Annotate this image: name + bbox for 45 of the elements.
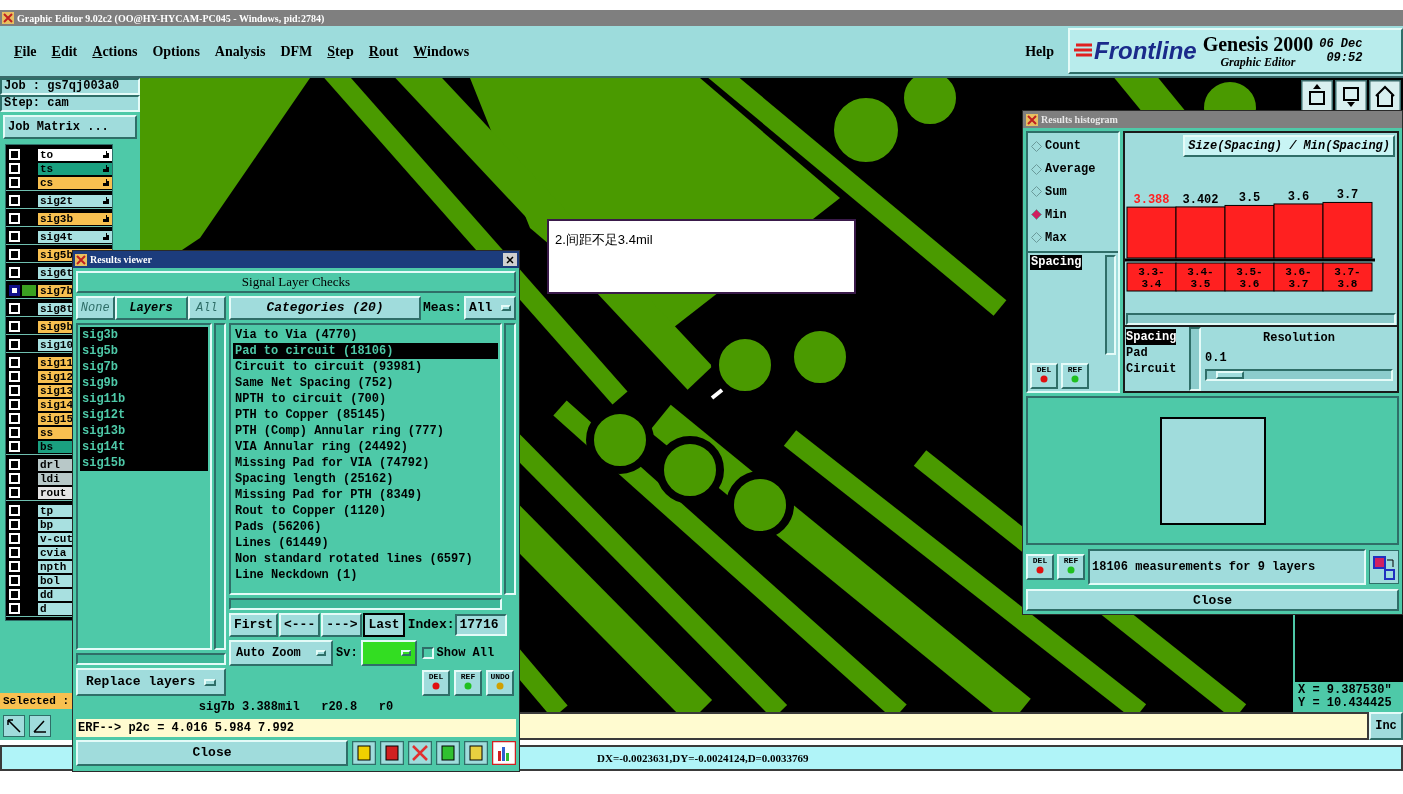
status-text: DX=-0.0023631,DY=-0.0024124,D=0.0033769 bbox=[597, 750, 809, 766]
command-output: ERF--> p2c = 4.016 5.984 7.992 bbox=[76, 719, 516, 737]
radio-label: Sum bbox=[1045, 184, 1067, 201]
radio-label: Max bbox=[1045, 229, 1067, 247]
radio-label: Average bbox=[1045, 161, 1096, 179]
bin-label: 3.6-3.7 bbox=[1273, 262, 1324, 292]
index-label: Index: bbox=[407, 616, 455, 635]
panel-heading: Signal Layer Checks bbox=[76, 271, 516, 293]
x-tick-label: 3.3-3.4 bbox=[1138, 266, 1165, 290]
sv-label: Sv: bbox=[336, 645, 358, 663]
x-tick-label: 3.4-3.5 bbox=[1187, 266, 1214, 290]
resolution-title: Resolution bbox=[1262, 330, 1336, 347]
x-tick-label: 3.6-3.7 bbox=[1285, 266, 1312, 290]
bin-label: 3.4-3.5 bbox=[1175, 262, 1226, 292]
bar-value-label: 3.402 bbox=[1182, 192, 1219, 207]
show-all-label: Show All bbox=[436, 645, 495, 663]
step-name: Step: cam bbox=[0, 95, 140, 112]
brand-logo: Frontline bbox=[1094, 36, 1197, 66]
window-title: Results viewer bbox=[90, 253, 153, 267]
product-subtitle: Graphic Editor bbox=[1220, 56, 1296, 68]
radio-label: Count bbox=[1045, 138, 1081, 156]
bar-value-label: 3.6 bbox=[1287, 189, 1310, 204]
time-text: 09:52 bbox=[1326, 51, 1363, 65]
meas-label: Meas: bbox=[423, 299, 462, 318]
bin-label: 3.3-3.4 bbox=[1126, 262, 1177, 292]
bar-value-label: 3.5 bbox=[1238, 191, 1261, 206]
bin-label: 3.7-3.8 bbox=[1322, 262, 1373, 292]
bar-value-label: 3.388 bbox=[1133, 193, 1170, 208]
window-title: Results histogram bbox=[1041, 113, 1118, 127]
resolution-value: 0.1 bbox=[1205, 350, 1228, 367]
product-name: Genesis 2000 bbox=[1202, 34, 1314, 54]
measurement-info: sig7b 3.388mil r20.8 r0 bbox=[197, 699, 395, 716]
x-tick-label: 3.7-3.8 bbox=[1334, 266, 1361, 290]
bar-value-label: 3.7 bbox=[1336, 188, 1359, 203]
date-text: 06 Dec bbox=[1319, 37, 1363, 51]
bin-label: 3.5-3.6 bbox=[1224, 262, 1275, 292]
summary-text: 18106 measurements for 9 layers bbox=[1088, 549, 1366, 585]
x-tick-label: 3.5-3.6 bbox=[1236, 266, 1263, 290]
window-title: Graphic Editor 9.02c2 (OO@HY-HYCAM-PC045 - Windows, pid:2784) bbox=[17, 11, 325, 26]
x-coordinate: X = 9.387530" bbox=[1298, 684, 1393, 697]
annotation-text: 2.间距不足3.4mil bbox=[555, 232, 653, 247]
radio-label: Min bbox=[1045, 206, 1067, 224]
chart-title: Size(Spacing) / Min(Spacing) bbox=[1183, 135, 1395, 157]
job-name: Job : gs7qj003a0 bbox=[0, 78, 140, 95]
y-coordinate: Y = 10.434425 bbox=[1298, 697, 1393, 710]
